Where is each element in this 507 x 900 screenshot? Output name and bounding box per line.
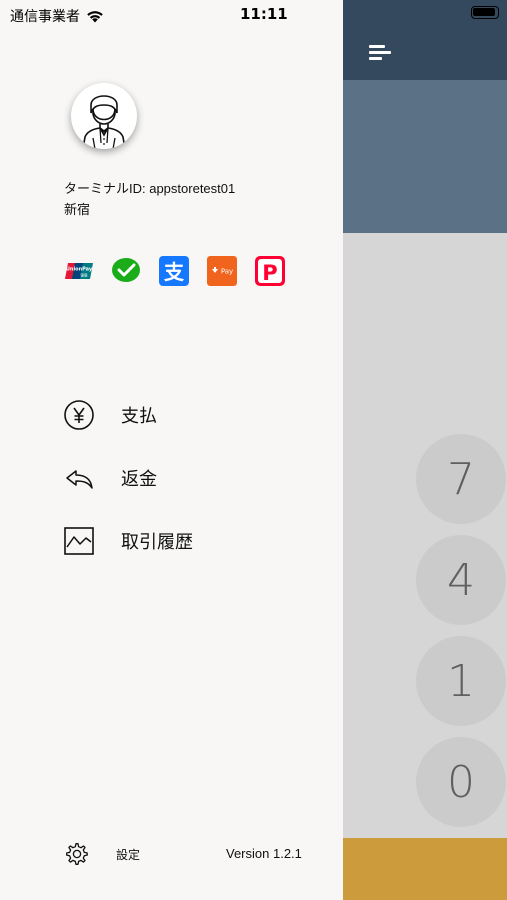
- svg-text:UnionPay: UnionPay: [66, 267, 93, 273]
- svg-text:P: P: [262, 261, 277, 285]
- keypad-key-0[interactable]: 0: [416, 737, 506, 827]
- settings-label: 設定: [116, 847, 141, 862]
- paypay-icon: P: [255, 256, 285, 286]
- chart-history-icon: [62, 524, 96, 558]
- amount-display-area: [343, 80, 507, 233]
- unionpay-icon: UnionPay 银联: [64, 256, 94, 286]
- svg-text:支: 支: [164, 260, 185, 284]
- keypad-key-4[interactable]: 4: [416, 535, 506, 625]
- menu-item-transaction-history[interactable]: 取引履歴: [62, 523, 322, 559]
- store-name: 新宿: [64, 202, 91, 217]
- keypad-key-1[interactable]: 1: [416, 636, 506, 726]
- background-app-panel: 7 4 1 0: [343, 0, 507, 900]
- side-drawer: 通信事業者 11:11 ターミナルID: appstoretest01 新宿 U…: [0, 0, 343, 900]
- svg-text:银联: 银联: [80, 273, 88, 278]
- status-carrier: 通信事業者: [10, 6, 104, 26]
- keypad-key-7[interactable]: 7: [416, 434, 506, 524]
- svg-text:Pay: Pay: [221, 268, 233, 276]
- au-pay-icon: Pay: [207, 256, 237, 286]
- version-label: Version 1.2.1: [226, 846, 302, 861]
- settings-button[interactable]: 設定: [64, 841, 140, 867]
- menu-item-payment[interactable]: 支払: [62, 397, 322, 433]
- avatar: [71, 83, 137, 149]
- reply-arrow-icon: [62, 461, 96, 495]
- wifi-icon: [87, 10, 103, 22]
- carrier-label: 通信事業者: [10, 9, 80, 25]
- hamburger-menu-button[interactable]: [365, 40, 395, 64]
- battery-icon: [471, 6, 499, 19]
- wechat-pay-icon: [111, 256, 141, 286]
- status-time: 11:11: [240, 5, 288, 23]
- app-header: [343, 0, 507, 80]
- bottom-action-bar[interactable]: [343, 838, 507, 900]
- menu-label-refund: 返金: [121, 469, 157, 490]
- yen-circle-icon: [62, 398, 96, 432]
- alipay-icon: 支: [159, 256, 189, 286]
- gear-icon: [66, 843, 88, 865]
- menu-item-refund[interactable]: 返金: [62, 460, 322, 496]
- menu-label-transaction-history: 取引履歴: [121, 532, 193, 553]
- menu-label-payment: 支払: [121, 406, 157, 427]
- terminal-id: ターミナルID: appstoretest01: [64, 181, 236, 196]
